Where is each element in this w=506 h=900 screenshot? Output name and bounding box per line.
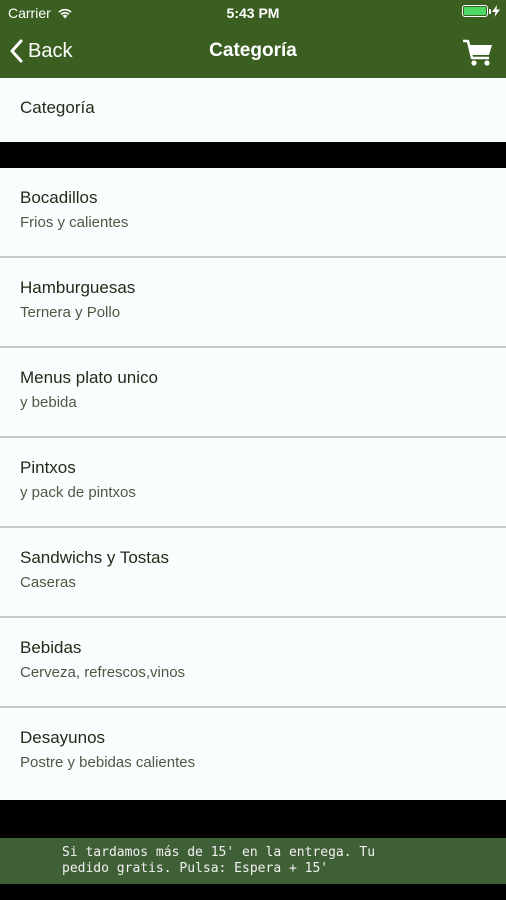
navigation-bar: Back Categoría (0, 26, 506, 78)
category-row[interactable]: Hamburguesas Ternera y Pollo (0, 258, 506, 348)
category-title: Bocadillos (20, 188, 98, 207)
category-subtitle: Postre y bebidas calientes (20, 754, 196, 771)
category-title: Menus plato unico (20, 368, 158, 387)
status-time: 5:43 PM (226, 5, 280, 21)
category-row[interactable]: Menus plato unico y bebida (0, 348, 506, 438)
category-title: Sandwichs y Tostas (20, 548, 169, 567)
shopping-cart-icon (463, 39, 492, 66)
banner-line-2: pedido gratis. Pulsa: Espera + 15' (62, 861, 329, 876)
section-header: Categoría (0, 78, 506, 142)
banner-line-1: Si tardamos más de 15' en la entrega. Tu (62, 845, 376, 860)
battery-level (464, 7, 486, 15)
delivery-promo-banner[interactable]: Si tardamos más de 15' en la entrega. Tu… (0, 838, 506, 884)
status-bar: Carrier 5:43 PM (0, 0, 506, 26)
category-subtitle: Caseras (20, 574, 76, 591)
status-right (462, 5, 500, 17)
category-subtitle: Frios y calientes (20, 214, 129, 231)
category-title: Bebidas (20, 638, 82, 657)
category-row[interactable]: Bebidas Cerveza, refrescos,vinos (0, 618, 506, 708)
category-subtitle: Cerveza, refrescos,vinos (20, 664, 186, 681)
category-row[interactable]: Desayunos Postre y bebidas calientes (0, 708, 506, 800)
page-title: Categoría (209, 40, 297, 61)
category-row[interactable]: Bocadillos Frios y calientes (0, 168, 506, 258)
category-row[interactable]: Sandwichs y Tostas Caseras (0, 528, 506, 618)
category-subtitle: y bebida (20, 394, 77, 411)
category-row[interactable]: Pintxos y pack de pintxos (0, 438, 506, 528)
battery-icon (462, 5, 491, 17)
cart-button[interactable] (462, 38, 494, 73)
category-list: Bocadillos Frios y calientes Hamburguesas T… (0, 168, 506, 800)
category-title: Desayunos (20, 728, 106, 747)
category-subtitle: Ternera y Pollo (20, 304, 121, 321)
category-subtitle: y pack de pintxos (20, 484, 136, 501)
category-title: Pintxos (20, 458, 76, 477)
charging-bolt-icon (492, 5, 500, 17)
category-title: Hamburguesas (20, 278, 136, 297)
